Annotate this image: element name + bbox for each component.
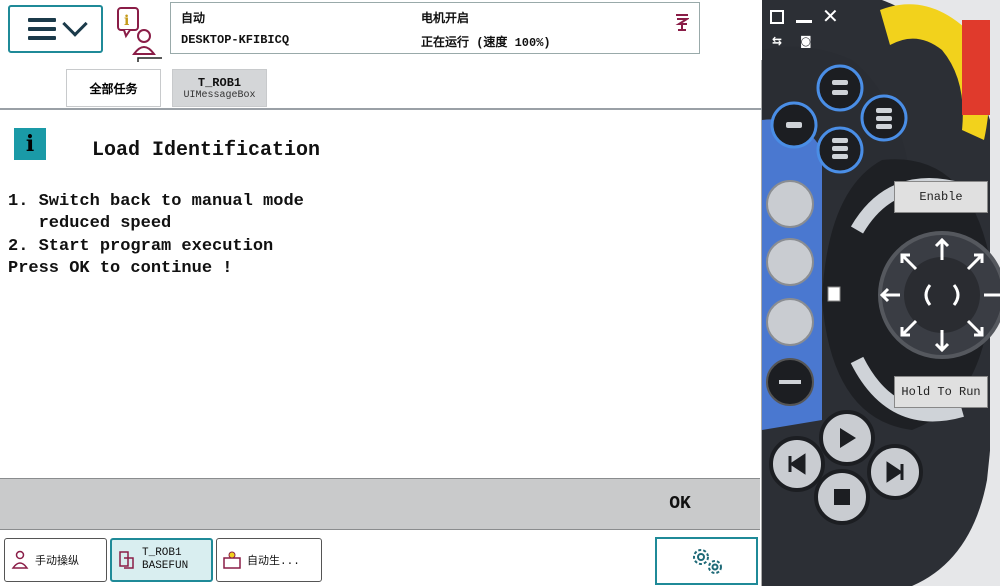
program-editor-icon xyxy=(119,551,134,569)
close-icon[interactable]: ✕ xyxy=(822,4,839,28)
message-line: Press OK to continue ! xyxy=(8,259,233,278)
jogging-icon xyxy=(11,550,29,569)
main-menu-button[interactable] xyxy=(8,5,103,53)
tab-t-rob1[interactable]: T_ROB1 UIMessageBox xyxy=(172,69,267,107)
enable-button[interactable]: Enable xyxy=(894,181,988,213)
stop-icon xyxy=(834,489,850,505)
tab-all-tasks[interactable]: 全部任务 xyxy=(66,69,161,107)
virtual-pendant: ✕ ⇆ ◙ Enable Hold To Run xyxy=(762,0,1000,586)
auto-production-icon xyxy=(223,551,241,569)
controller-name: DESKTOP-KFIBICQ xyxy=(181,33,290,47)
top-bar: i 自动 DESKTOP-KFIBICQ 电机开启 正在运行 (速度 100%) xyxy=(0,0,762,62)
message-line: 1. Switch back to manual mode xyxy=(8,192,304,211)
hold-to-run-button[interactable]: Hold To Run xyxy=(894,376,988,408)
tab-label: 全部任务 xyxy=(89,82,138,97)
task-tabs: 全部任务 T_ROB1 UIMessageBox xyxy=(0,60,762,110)
tab-label: T_ROB1 xyxy=(197,75,242,90)
tab-sublabel: UIMessageBox xyxy=(183,89,256,101)
quickset-button[interactable] xyxy=(655,537,758,585)
message-line: reduced speed xyxy=(8,214,172,233)
taskbar-sublabel: BASEFUN xyxy=(142,560,189,572)
event-log-icon[interactable]: i xyxy=(114,6,174,62)
taskbar-label: 自动生... xyxy=(247,556,300,568)
message-title: Load Identification xyxy=(92,139,321,162)
minimize-icon[interactable] xyxy=(796,20,812,23)
swap-icon[interactable]: ⇆ xyxy=(772,34,782,48)
status-panel[interactable]: 自动 DESKTOP-KFIBICQ 电机开启 正在运行 (速度 100%) xyxy=(170,2,700,54)
gears-icon xyxy=(692,549,722,574)
taskbar-jogging[interactable]: 手动操纵 xyxy=(4,538,107,582)
run-state: 正在运行 (速度 100%) xyxy=(421,36,551,50)
camera-icon[interactable]: ◙ xyxy=(800,34,812,48)
info-icon: i xyxy=(14,128,46,160)
menu-icon xyxy=(27,18,56,40)
chevron-down-icon xyxy=(61,11,88,37)
taskbar: 手动操纵 T_ROB1 BASEFUN 自动生... xyxy=(0,532,760,586)
taskbar-label: T_ROB1 xyxy=(142,547,182,559)
button-bar: OK xyxy=(0,478,760,530)
svg-text:i: i xyxy=(124,13,129,29)
taskbar-label: 手动操纵 xyxy=(35,556,79,568)
motors-state: 电机开启 xyxy=(421,12,470,26)
taskbar-t-rob1[interactable]: T_ROB1 BASEFUN xyxy=(110,538,213,582)
ok-button[interactable]: OK xyxy=(600,479,760,529)
speed-icon xyxy=(675,13,691,31)
operating-mode: 自动 xyxy=(181,12,206,26)
flexpendant-screen: i 自动 DESKTOP-KFIBICQ 电机开启 正在运行 (速度 100%)… xyxy=(0,0,762,586)
restore-icon[interactable] xyxy=(770,10,784,24)
message-line: 2. Start program execution xyxy=(8,237,274,256)
taskbar-auto-production[interactable]: 自动生... xyxy=(216,538,322,582)
